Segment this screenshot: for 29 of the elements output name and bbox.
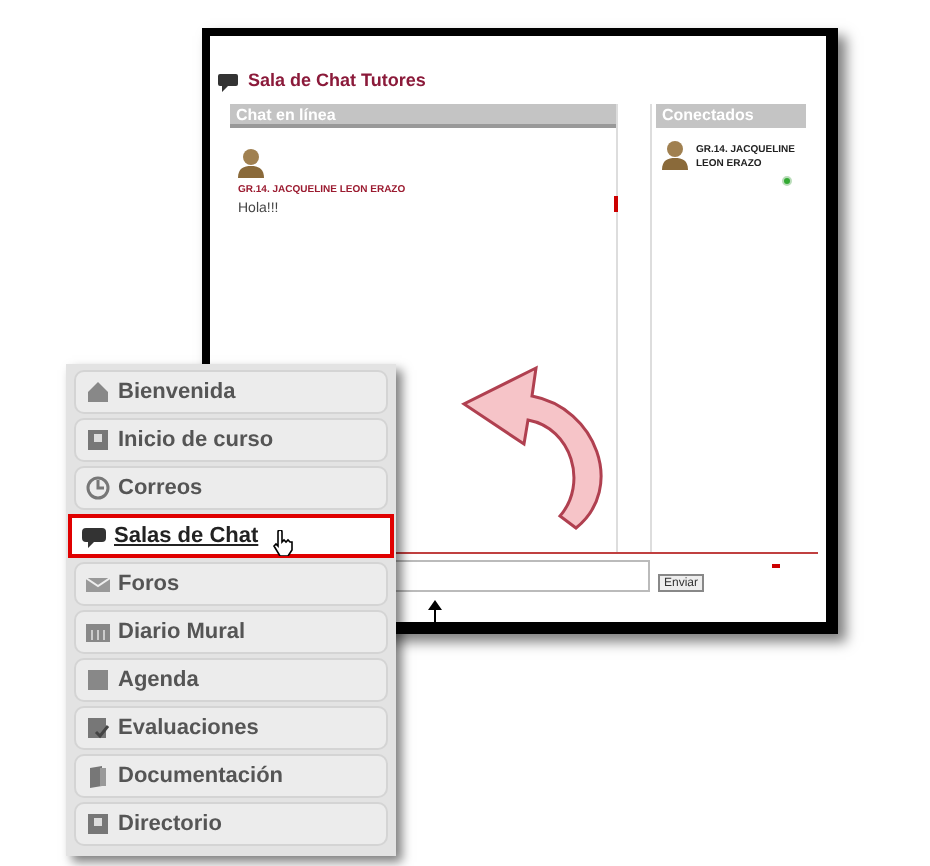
speech-bubble-icon (218, 73, 238, 91)
menu-item[interactable]: Documentación (74, 754, 388, 798)
menu-item[interactable]: Salas de Chat (68, 514, 394, 558)
menu-item[interactable]: Directorio (74, 802, 388, 846)
menu-item[interactable]: Foros (74, 562, 388, 606)
window-title: Sala de Chat Tutores (248, 68, 426, 95)
notebook-icon (86, 716, 110, 740)
house-icon (86, 380, 110, 404)
board-icon (86, 620, 110, 644)
id-card-icon (86, 812, 110, 836)
menu-item[interactable]: Correos (74, 466, 388, 510)
envelope-icon (86, 572, 110, 596)
menu-item[interactable]: Agenda (74, 658, 388, 702)
menu-item[interactable]: Evaluaciones (74, 706, 388, 750)
speech-bubble-icon (82, 524, 106, 548)
id-card-icon (86, 428, 110, 452)
document-icon (86, 764, 110, 788)
hand-cursor-icon (272, 529, 295, 555)
user-avatar-icon (662, 140, 688, 170)
user-avatar-icon (238, 148, 264, 178)
calendar-icon (86, 668, 110, 692)
panel-header: Conectados (656, 104, 806, 128)
scroll-marker (614, 196, 618, 212)
up-arrow-icon (428, 600, 442, 626)
menu-item[interactable]: Inicio de curso (74, 418, 388, 462)
menu-item[interactable]: Bienvenida (74, 370, 388, 414)
menu-item[interactable]: Diario Mural (74, 610, 388, 654)
marker-dash (772, 564, 781, 568)
panel-header: Chat en línea (230, 104, 616, 128)
